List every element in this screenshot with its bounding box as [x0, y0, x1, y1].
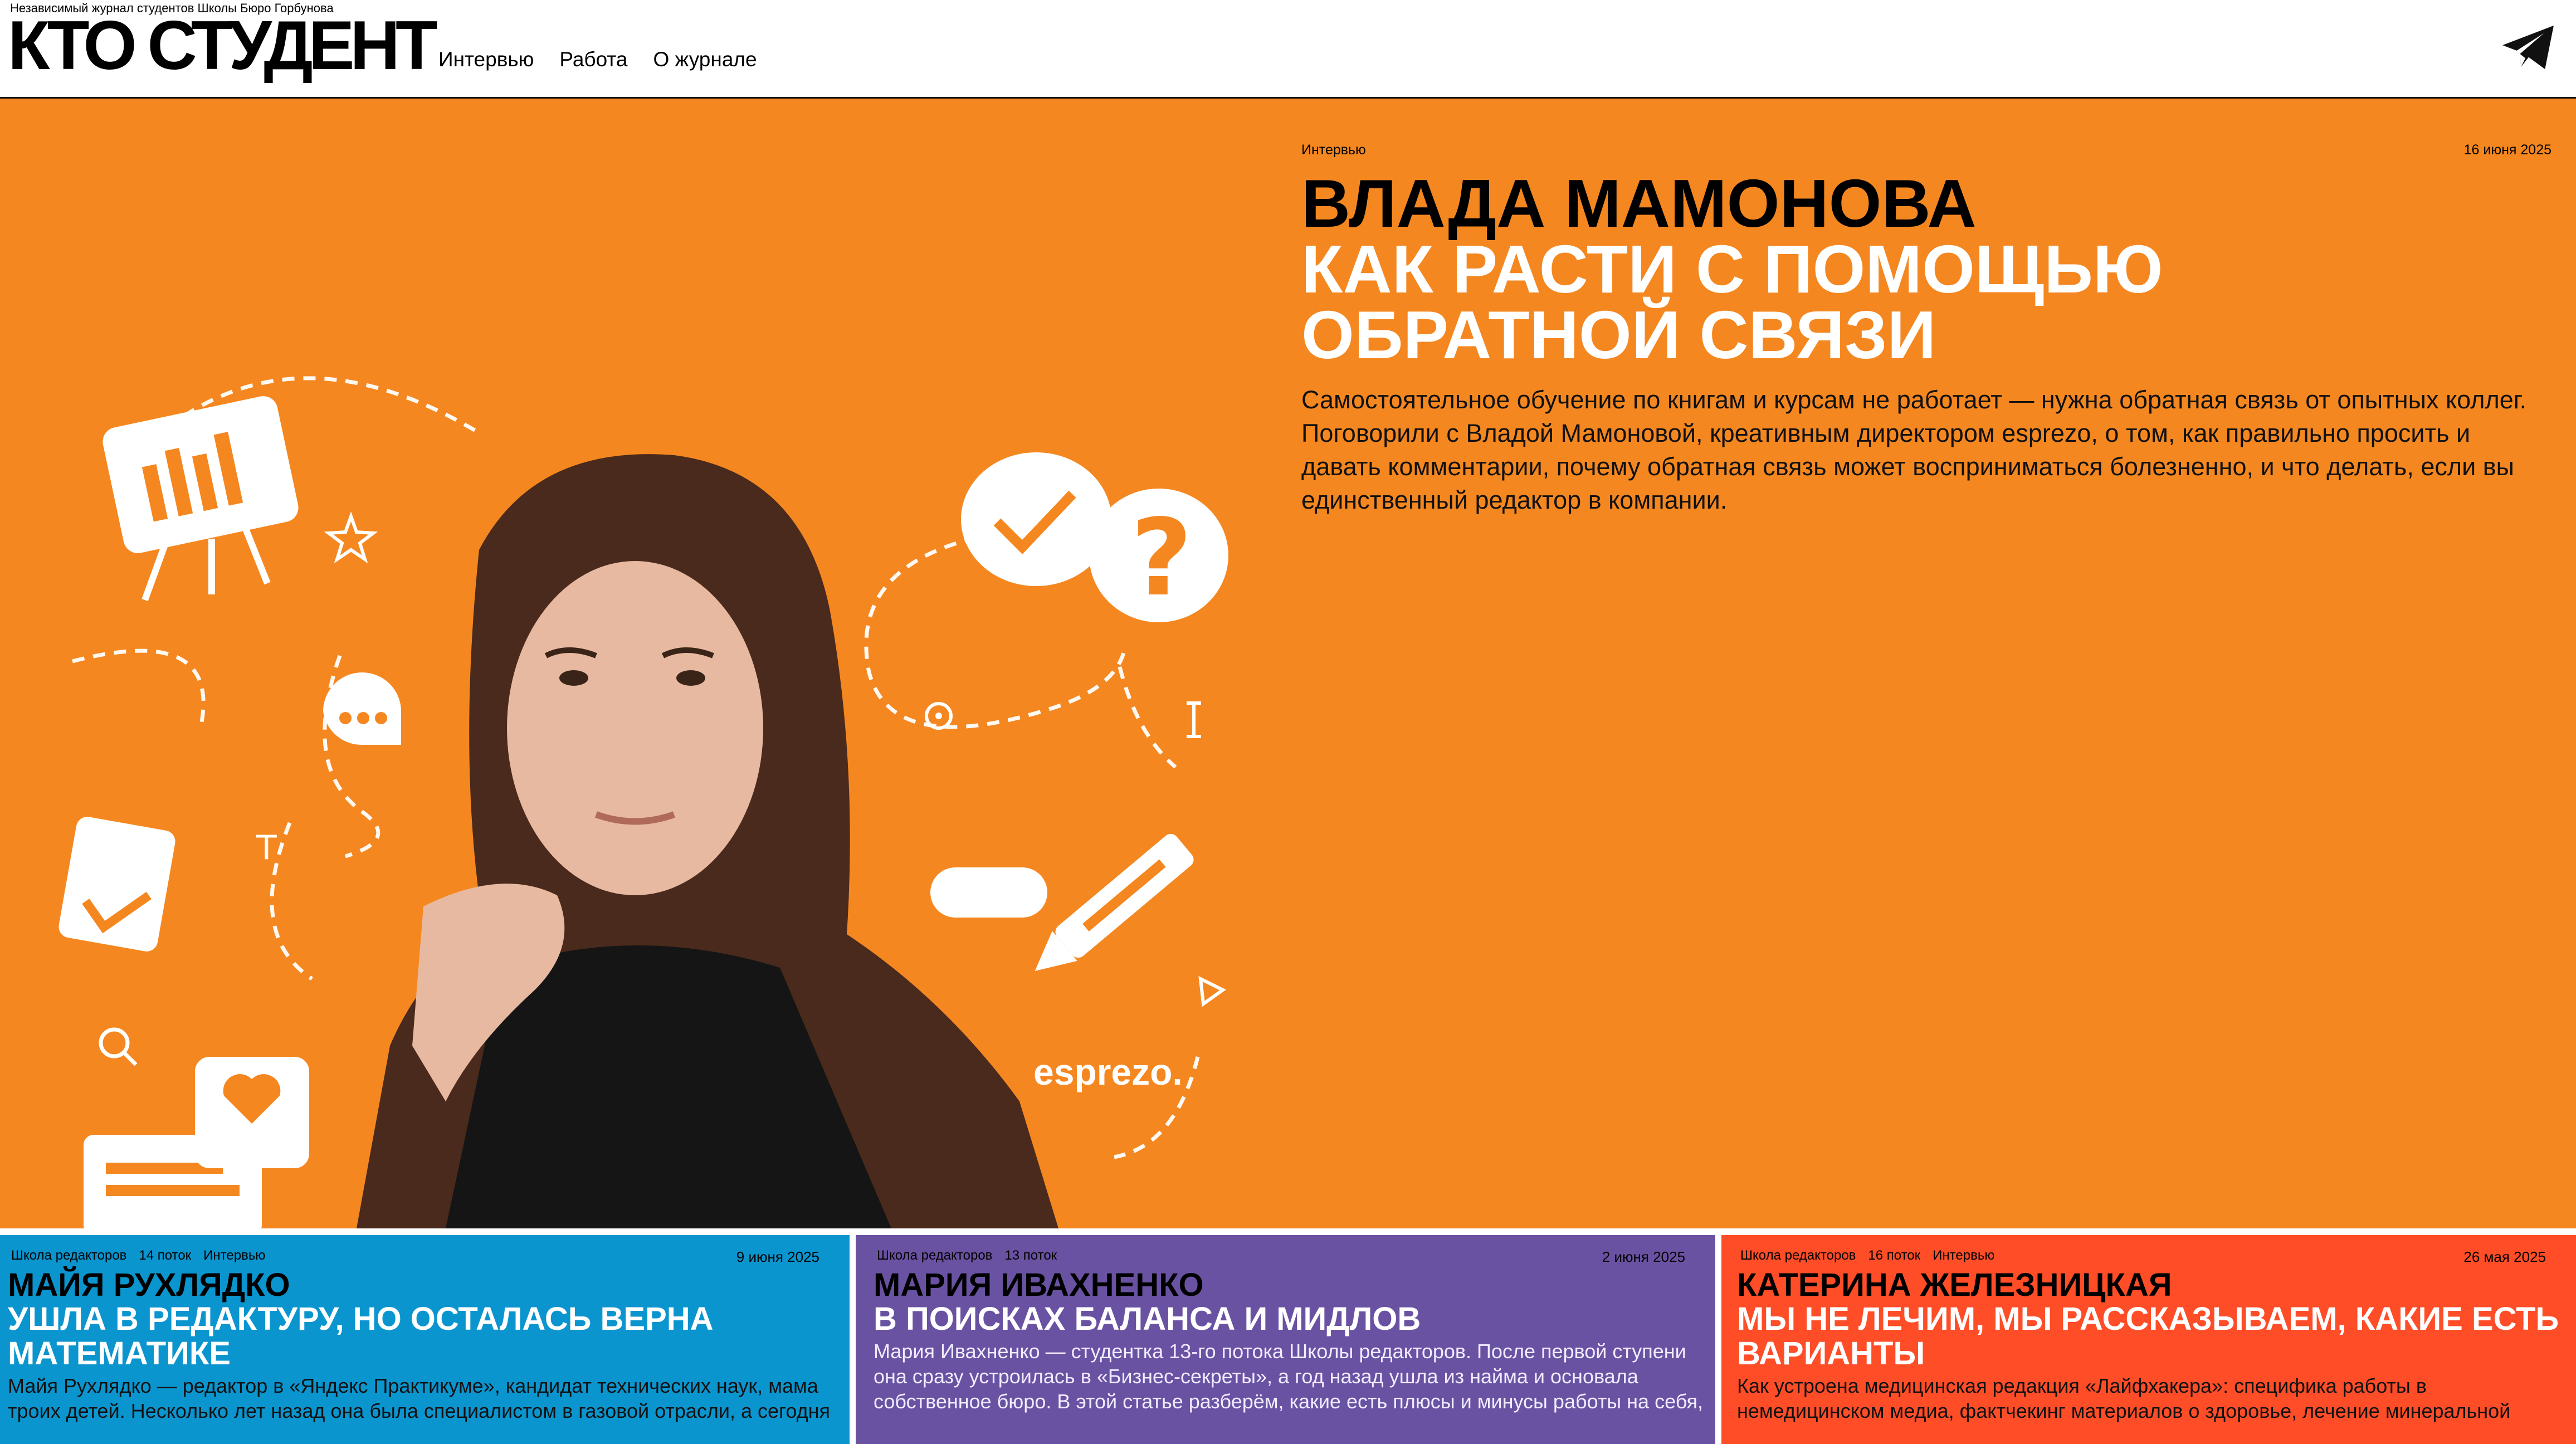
hero-lead: Самостоятельное обучение по книгам и кур…	[1301, 386, 2527, 514]
svg-text:?: ?	[1131, 496, 1192, 619]
card-tags: Школа редакторов 13 поток	[877, 1248, 1057, 1264]
card-title[interactable]: Мы не лечим, мы рассказываем, какие есть…	[1737, 1302, 2568, 1371]
hero-date: 16 июня 2025	[2463, 142, 2551, 158]
hero-tag[interactable]: Интервью	[1301, 142, 1366, 158]
card-tag[interactable]: Интервью	[1933, 1248, 1994, 1264]
card-title[interactable]: В поисках баланса и мидлов	[874, 1302, 1707, 1336]
check-bubble-icon	[961, 452, 1111, 586]
card-date: 9 июня 2025	[736, 1248, 819, 1265]
card-date: 2 июня 2025	[1602, 1248, 1685, 1265]
card-tag[interactable]: Школа редакторов	[1740, 1248, 1856, 1264]
article-cards: Школа редакторов 14 поток Интервью 9 июн…	[0, 1228, 2576, 1444]
chat-bubble-icon	[323, 672, 401, 745]
hero-meta: Интервью 16 июня 2025	[1301, 142, 2551, 158]
featured-article[interactable]: T ? esprezo. Интервью 16 июня 2025 ВЛАДА…	[0, 99, 2576, 1228]
nav-interviews[interactable]: Интервью	[438, 48, 534, 71]
svg-text:T: T	[256, 828, 277, 867]
card-tag[interactable]: 16 поток	[1868, 1248, 1920, 1264]
nav-work[interactable]: Работа	[559, 48, 627, 71]
card-tag[interactable]: Школа редакторов	[877, 1248, 992, 1264]
telegram-plane-icon[interactable]	[2501, 23, 2556, 71]
card-tags: Школа редакторов 16 поток Интервью	[1740, 1248, 1994, 1264]
article-card[interactable]: Школа редакторов 16 поток Интервью 26 ма…	[1721, 1235, 2576, 1444]
card-tag[interactable]: Школа редакторов	[11, 1248, 126, 1264]
card-tag[interactable]: Интервью	[203, 1248, 265, 1264]
easel-icon	[103, 396, 299, 602]
hero-person-name[interactable]: Влада Мамонова	[1301, 169, 2551, 237]
card-tags: Школа редакторов 14 поток Интервью	[11, 1248, 265, 1264]
card-description: Мария Ивахненко — студентка 13-го потока…	[874, 1340, 1704, 1413]
card-tag[interactable]: 13 поток	[1004, 1248, 1057, 1264]
card-title[interactable]: Ушла в редактуру, но осталась верна мате…	[8, 1302, 842, 1371]
card-person-name[interactable]: Майя Рухлядко	[8, 1269, 842, 1302]
card-date: 26 мая 2025	[2463, 1248, 2546, 1265]
card-tag[interactable]: 14 поток	[139, 1248, 191, 1264]
card-person-name[interactable]: Мария Ивахненко	[874, 1269, 1707, 1302]
card-description: Майя Рухлядко — редактор в «Яндекс Практ…	[8, 1374, 831, 1422]
hero-illustration: T ? esprezo.	[58, 376, 1228, 1228]
portrait-photo	[357, 454, 1058, 1228]
main-nav: Интервью Работа О журнале	[438, 48, 757, 71]
nav-about[interactable]: О журнале	[653, 48, 757, 71]
hero-text: Интервью 16 июня 2025 Влада Мамонова Как…	[1301, 142, 2551, 517]
card-person-name[interactable]: Катерина Железницкая	[1737, 1269, 2568, 1302]
hero-title[interactable]: Как расти с помощью обратной связи	[1301, 235, 2551, 369]
question-bubble-icon: ?	[1089, 489, 1228, 622]
article-card[interactable]: Школа редакторов 13 поток 2 июня 2025 Ма…	[856, 1235, 1715, 1444]
article-card[interactable]: Школа редакторов 14 поток Интервью 9 июн…	[0, 1235, 850, 1444]
card-description: Как устроена медицинская редакция «Лайфх…	[1737, 1374, 2511, 1422]
site-logo[interactable]: КТО СТУДЕНТ	[8, 11, 438, 80]
site-header: Независимый журнал студентов Школы Бюро …	[0, 0, 2576, 99]
hero-image-brand: esprezo.	[1033, 1051, 1183, 1092]
